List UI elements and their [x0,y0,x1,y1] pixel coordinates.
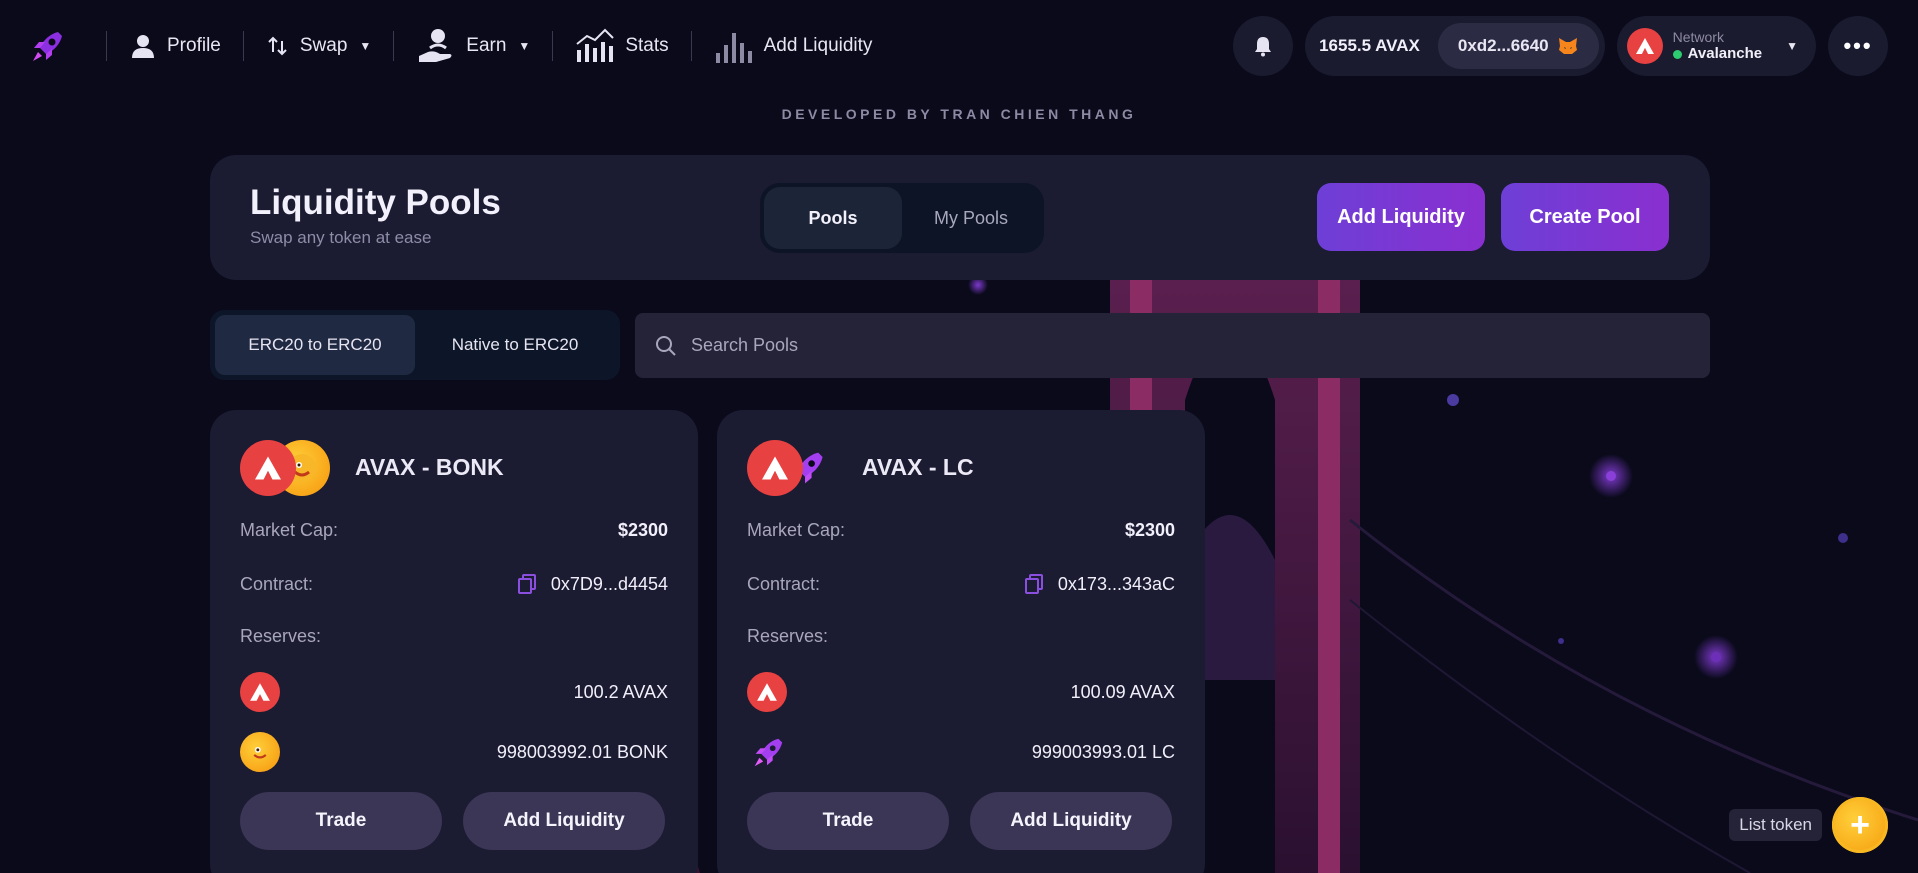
contract-label: Contract: [240,573,314,594]
wallet-address: 0xd2...6640 [1457,36,1549,55]
filter-native-to-erc20[interactable]: Native to ERC20 [415,315,615,375]
filter-erc20-to-erc20[interactable]: ERC20 to ERC20 [215,315,415,375]
nav-divider [690,31,692,61]
developer-credit: DEVELOPED BY TRAN CHIEN THANG [781,106,1137,122]
pool-card: AVAX - LC Market Cap: $2300 Contract: 0x… [717,410,1205,873]
add-liquidity-button[interactable]: Add Liquidity [1317,183,1485,251]
trade-button[interactable]: Trade [240,792,442,850]
reserve-a-value: 100.09 AVAX [1070,681,1175,702]
market-cap-value: $2300 [617,520,668,540]
nav-stats-label: Stats [625,35,669,56]
plus-coin-icon[interactable]: + [1832,797,1888,853]
copy-icon[interactable] [517,573,537,595]
avax-token-icon [240,440,296,496]
add-liquidity-button[interactable]: Add Liquidity [970,792,1172,850]
wallet-address-button[interactable]: 0xd2...6640 [1437,23,1599,69]
page-title: Liquidity Pools [250,183,501,222]
reserve-a-value: 100.2 AVAX [573,681,668,702]
main-nav: Profile Swap ▼ Earn ▼ Stats Add Liquidit… [26,22,872,70]
pools-tab-toggle: Pools My Pools [760,183,1044,253]
hand-user-icon [416,26,456,66]
pool-card: AVAX - BONK Market Cap: $2300 Contract: … [210,410,698,873]
nav-divider [242,31,244,61]
reserve-b-value: 998003992.01 BONK [496,741,668,762]
market-cap-label: Market Cap: [240,520,339,540]
avalanche-icon [1626,28,1663,64]
page-subtitle: Swap any token at ease [250,228,432,247]
pool-type-filter: ERC20 to ERC20 Native to ERC20 [210,310,620,380]
stats-chart-icon [575,28,615,64]
reserve-b-value: 999003993.01 LC [1031,741,1175,762]
top-navigation-bar: Profile Swap ▼ Earn ▼ Stats Add Liquidit… [0,0,1918,90]
user-icon [129,32,157,60]
avax-token-icon [240,672,280,712]
more-dots-icon: ••• [1843,33,1873,58]
add-liquidity-button[interactable]: Add Liquidity [463,792,665,850]
network-name: Avalanche [1687,45,1763,62]
nav-earn-label: Earn [466,35,507,56]
avax-token-icon [747,672,787,712]
nav-swap[interactable]: Swap ▼ [266,34,371,58]
more-options-button[interactable]: ••• [1828,16,1888,76]
nav-profile-label: Profile [167,35,221,56]
search-icon [656,335,676,356]
reserves-label: Reserves: [240,626,322,646]
network-selector[interactable]: Network Avalanche ▼ [1616,16,1816,76]
nav-divider [106,31,107,61]
nav-earn[interactable]: Earn ▼ [416,26,530,66]
contract-address[interactable]: 0x173...343aC [1058,574,1175,595]
list-token-widget[interactable]: List token + [1729,797,1888,853]
network-label: Network [1672,29,1724,45]
market-cap-value: $2300 [1124,520,1175,540]
avax-token-icon [747,440,803,496]
contract-label: Contract: [747,573,821,594]
swap-arrows-icon [266,34,290,58]
bars-icon [714,29,754,63]
nav-swap-label: Swap [299,35,348,56]
reserves-label: Reserves: [747,626,829,646]
nav-divider [393,31,395,61]
trade-button[interactable]: Trade [747,792,949,850]
tab-my-pools[interactable]: My Pools [902,187,1040,249]
pool-title: AVAX - BONK [355,454,504,480]
chevron-down-icon: ▼ [1786,39,1798,53]
bonk-token-icon [240,732,280,772]
tab-pools[interactable]: Pools [764,187,902,249]
network-status-dot [1672,49,1682,59]
chevron-down-icon: ▼ [359,39,372,53]
metamask-fox-icon [1558,38,1577,54]
search-input[interactable] [691,335,1591,356]
wallet-widget: 1655.5 AVAX 0xd2...6640 [1305,16,1605,76]
pool-title: AVAX - LC [862,454,974,480]
bell-icon [1255,37,1272,57]
market-cap-label: Market Cap: [747,520,846,540]
list-token-label: List token [1729,809,1822,841]
nav-add-liquidity[interactable]: Add Liquidity [714,29,873,63]
nav-add-liquidity-label: Add Liquidity [763,35,873,56]
nav-stats[interactable]: Stats [575,28,669,64]
wallet-balance: 1655.5 AVAX [1319,36,1420,55]
notification-button[interactable] [1233,16,1294,76]
liquidity-pools-header: Liquidity Pools Swap any token at ease P… [210,155,1710,280]
chevron-down-icon: ▼ [518,39,531,53]
copy-icon[interactable] [1024,573,1044,595]
nav-profile[interactable]: Profile [129,32,221,60]
contract-address[interactable]: 0x7D9...d4454 [551,574,668,595]
search-bar [635,313,1710,378]
nav-divider [552,31,554,61]
account-controls: 1655.5 AVAX 0xd2...6640 Network Avalanch… [1233,16,1888,76]
lc-rocket-token-icon [747,732,787,772]
create-pool-button[interactable]: Create Pool [1501,183,1669,251]
rocket-logo-icon[interactable] [26,24,70,68]
